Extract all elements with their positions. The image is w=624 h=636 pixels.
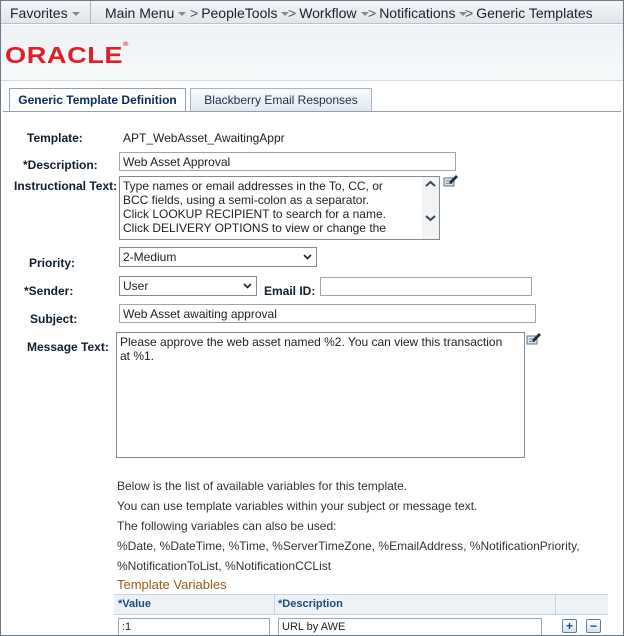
chevron-down-icon xyxy=(243,283,252,289)
pencil-edit-icon[interactable] xyxy=(526,331,542,345)
breadcrumb-label: Workflow xyxy=(299,5,357,21)
priority-label: Priority: xyxy=(29,256,76,270)
template-label: Template: xyxy=(27,131,83,145)
tab-label: Blackberry Email Responses xyxy=(204,93,358,107)
favorites-label: Favorites xyxy=(10,5,68,21)
info-line: The following variables can also be used… xyxy=(117,519,337,533)
table-row: :1 URL by AWE + − xyxy=(114,614,608,635)
info-line: Below is the list of available variables… xyxy=(117,479,408,493)
variable-description-input[interactable]: URL by AWE xyxy=(278,618,542,635)
sender-selected-value: User xyxy=(123,279,149,293)
instructional-line: Type names or email addresses in the To,… xyxy=(123,179,383,193)
breadcrumb-label: PeopleTools xyxy=(201,5,278,21)
message-line: Please approve the web asset named %2. Y… xyxy=(120,335,503,349)
subject-text: Web Asset awaiting approval xyxy=(123,307,277,321)
instructional-line: BCC fields, using a semi-colon as a sepa… xyxy=(123,193,370,207)
registered-mark: ® xyxy=(123,42,129,48)
template-value: APT_WebAsset_AwaitingAppr xyxy=(123,131,285,145)
instructional-text-area[interactable]: Type names or email addresses in the To,… xyxy=(119,176,440,240)
main-menu-label: Main Menu xyxy=(105,5,175,21)
column-header-value[interactable]: *Value xyxy=(118,598,151,610)
breadcrumb-arrow-icon: > xyxy=(368,5,377,21)
message-text-area[interactable]: Please approve the web asset named %2. Y… xyxy=(116,332,525,458)
favorites-menu[interactable]: Favorites xyxy=(10,5,80,21)
variable-description-text: URL by AWE xyxy=(282,621,346,633)
info-line: %Date, %DateTime, %Time, %ServerTimeZone… xyxy=(117,539,580,553)
email-id-label: Email ID: xyxy=(264,284,316,298)
column-header-description[interactable]: *Description xyxy=(278,598,343,610)
scroll-arrows-icon xyxy=(425,180,436,222)
subject-input[interactable]: Web Asset awaiting approval xyxy=(119,304,536,323)
variable-value-input[interactable]: :1 xyxy=(118,618,270,635)
instructional-scrollbar[interactable] xyxy=(422,177,439,239)
description-text: Web Asset Approval xyxy=(123,155,231,169)
add-row-button[interactable]: + xyxy=(562,619,577,633)
breadcrumb-arrow-icon: > xyxy=(190,5,199,21)
sender-label: *Sender: xyxy=(24,284,74,298)
email-id-input[interactable] xyxy=(320,277,532,296)
top-nav-bar: Favorites Main Menu > PeopleTools > Workfl… xyxy=(1,1,623,24)
delete-row-button[interactable]: − xyxy=(586,619,601,633)
template-variables-grid: *Value *Description :1 URL by AWE + − xyxy=(114,594,608,635)
breadcrumb-generic-templates[interactable]: > Generic Templates xyxy=(465,5,593,21)
chevron-down-icon xyxy=(303,254,312,260)
instructional-text-label: Instructional Text: xyxy=(14,179,118,193)
favorites-dropdown-icon xyxy=(71,12,80,17)
breadcrumb-peopletools[interactable]: > PeopleTools xyxy=(190,5,290,21)
oracle-logo-text: ORACLE xyxy=(5,42,124,68)
instructional-line: Click DELIVERY OPTIONS to view or change… xyxy=(123,221,386,235)
tab-blackberry-email-responses[interactable]: Blackberry Email Responses xyxy=(190,88,372,111)
message-line: at %1. xyxy=(120,349,155,363)
description-label: *Description: xyxy=(23,158,98,172)
breadcrumb-notifications[interactable]: > Notifications xyxy=(368,5,468,21)
oracle-logo: ORACLE® xyxy=(5,42,129,69)
tab-label: Generic Template Definition xyxy=(18,93,177,107)
breadcrumb-arrow-icon: > xyxy=(465,5,474,21)
breadcrumb-label: Generic Templates xyxy=(476,5,593,21)
message-text-label: Message Text: xyxy=(27,340,109,354)
info-line: You can use template variables within yo… xyxy=(117,499,478,513)
info-line: %NotificationToList, %NotificationCCList xyxy=(117,559,332,573)
breadcrumb-workflow[interactable]: > Workflow xyxy=(288,5,369,21)
main-menu-dropdown-icon xyxy=(178,12,187,17)
app-window: Favorites Main Menu > PeopleTools > Workfl… xyxy=(0,0,624,636)
description-input[interactable]: Web Asset Approval xyxy=(119,152,456,171)
main-menu[interactable]: Main Menu xyxy=(105,5,187,21)
instructional-line: Click LOOKUP RECIPIENT to search for a n… xyxy=(123,207,386,221)
template-variables-title: Template Variables xyxy=(117,577,227,592)
tab-generic-template-definition[interactable]: Generic Template Definition xyxy=(9,88,186,112)
pencil-edit-icon[interactable] xyxy=(443,173,459,187)
priority-selected-value: 2-Medium xyxy=(123,250,177,264)
tab-underline xyxy=(3,111,621,112)
breadcrumb-arrow-icon: > xyxy=(288,5,297,21)
variable-value-text: :1 xyxy=(122,621,132,633)
nav-divider xyxy=(90,1,91,24)
subject-label: Subject: xyxy=(30,312,78,326)
branding-header: ORACLE® xyxy=(1,25,623,81)
priority-select[interactable]: 2-Medium xyxy=(119,247,317,267)
breadcrumb-label: Notifications xyxy=(379,5,456,21)
sender-select[interactable]: User xyxy=(119,276,257,296)
